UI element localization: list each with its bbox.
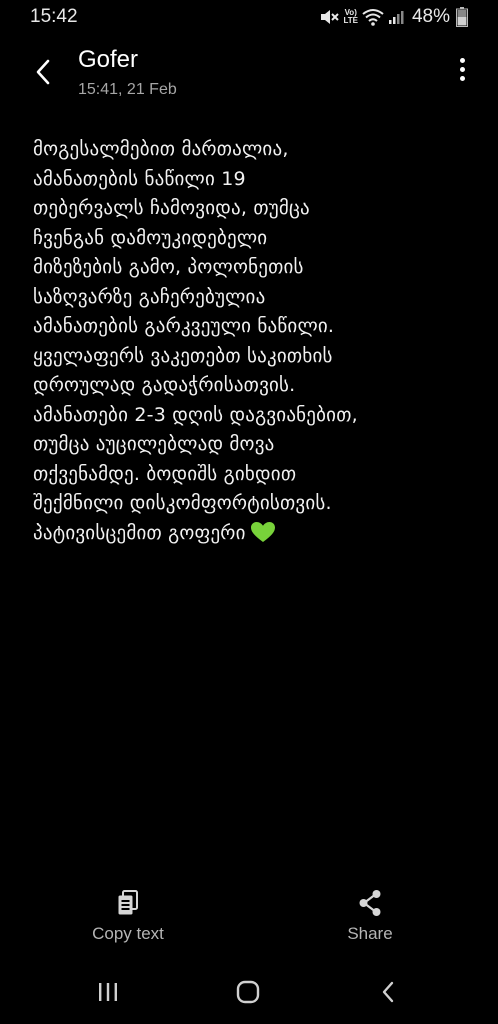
back-button[interactable]	[28, 54, 58, 90]
sender-name: Gofer	[78, 46, 139, 73]
home-icon	[236, 980, 260, 1004]
message-header: Gofer 15:41, 21 Feb	[0, 40, 498, 110]
message-text: მოგესალმებით მართალია, ამანათების ნაწილი…	[33, 138, 358, 544]
more-vertical-icon	[459, 58, 465, 63]
more-options-button[interactable]	[456, 58, 468, 88]
status-time: 15:42	[30, 6, 78, 27]
message-body: მოგესალმებით მართალია, ამანათების ნაწილი…	[33, 135, 473, 548]
battery-percent: 48%	[411, 6, 450, 27]
recents-icon	[99, 983, 117, 1001]
back-icon	[382, 981, 394, 1003]
recents-button[interactable]	[88, 978, 128, 1006]
volte-lte-icon: Vo) LTE	[343, 8, 358, 25]
wifi-icon	[362, 8, 384, 26]
home-button[interactable]	[228, 978, 268, 1006]
copy-text-button[interactable]: Copy text	[68, 886, 188, 944]
share-label: Share	[347, 924, 393, 943]
navigation-bar	[0, 970, 498, 1024]
copy-icon	[68, 886, 188, 920]
battery-icon	[456, 7, 468, 27]
status-icons: Vo) LTE 48%	[319, 6, 468, 28]
nav-back-button[interactable]	[368, 978, 408, 1006]
green-heart-icon	[250, 521, 275, 542]
chevron-left-icon	[36, 59, 50, 85]
status-bar: 15:42 Vo) LTE 48%	[0, 0, 498, 34]
mute-icon	[319, 8, 340, 26]
copy-text-label: Copy text	[92, 924, 164, 943]
share-icon	[310, 886, 430, 920]
share-button[interactable]: Share	[310, 886, 430, 944]
message-actions: Copy text Share	[0, 886, 498, 956]
signal-icon	[388, 9, 404, 25]
message-timestamp: 15:41, 21 Feb	[78, 81, 177, 98]
